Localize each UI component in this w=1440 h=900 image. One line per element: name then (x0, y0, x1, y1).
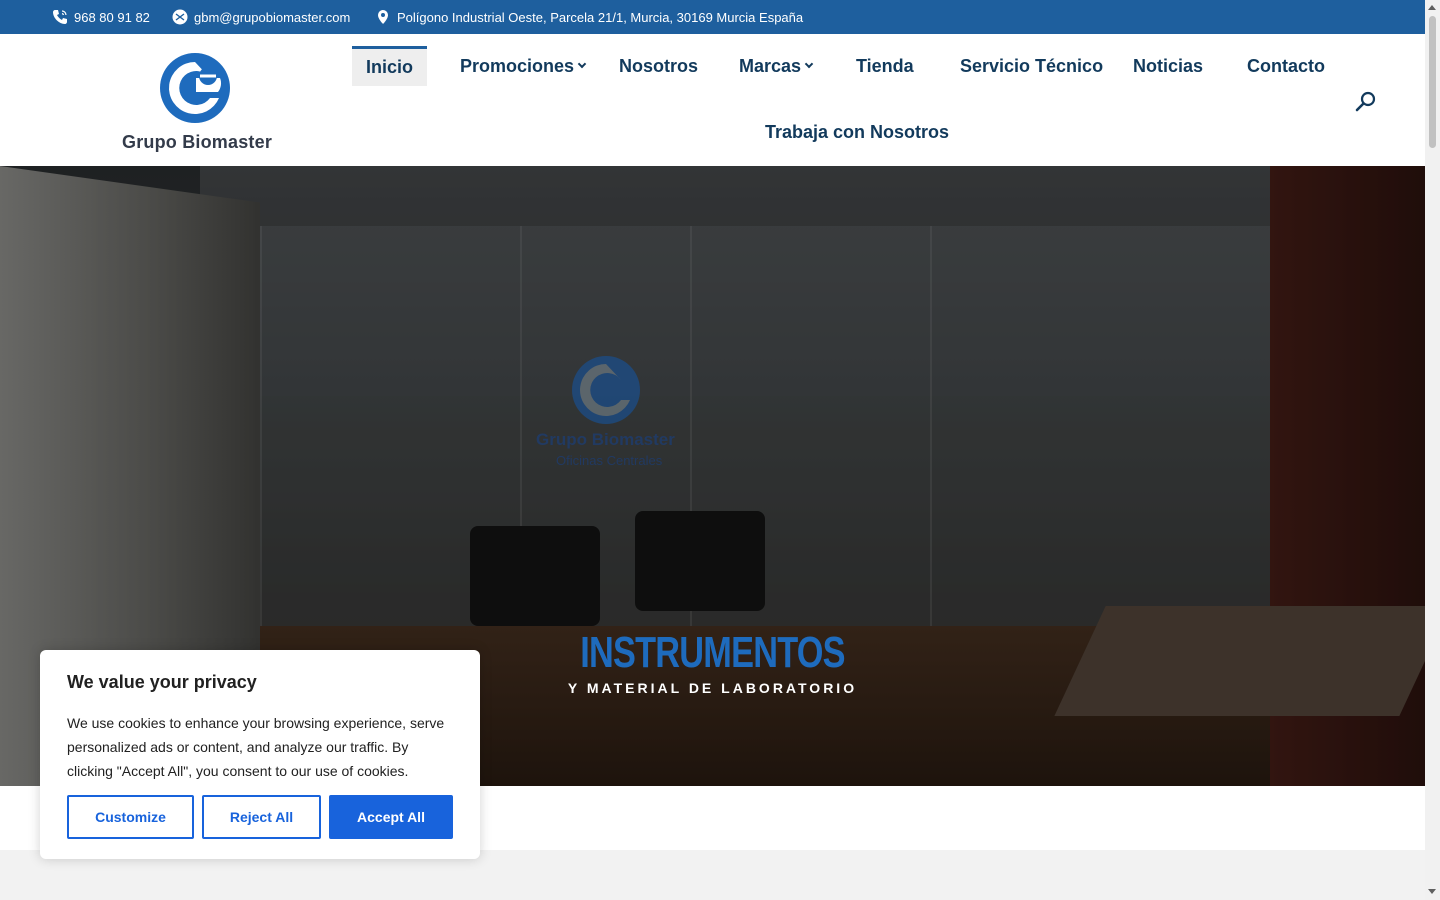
cookie-title: We value your privacy (67, 672, 257, 692)
nav-contacto[interactable]: Contacto (1247, 46, 1325, 86)
cookie-text: We use cookies to enhance your browsing … (67, 715, 445, 779)
cookie-consent-banner: We value your privacy We use cookies to … (40, 650, 480, 859)
top-contact-bar: 968 80 91 82 gbm@grupobiomaster.com Polí… (0, 0, 1425, 34)
nav-label: Inicio (366, 57, 414, 77)
nav-label: Servicio Técnico (960, 55, 1104, 76)
nav-trabaja-con-nosotros[interactable]: Trabaja con Nosotros (765, 112, 949, 152)
biomaster-logo-icon (160, 53, 230, 123)
nav-label: Trabaja con Nosotros (765, 121, 950, 142)
nav-label: Tienda (856, 55, 914, 76)
scroll-thumb[interactable] (1429, 16, 1436, 148)
location-pin-icon (378, 10, 388, 24)
email-icon (172, 9, 188, 25)
phone-icon (53, 10, 67, 24)
wall-sign-title: Grupo Biomaster (536, 430, 675, 449)
email-text: gbm@grupobiomaster.com (194, 9, 351, 25)
reject-all-button[interactable]: Reject All (202, 795, 321, 839)
nav-label: Contacto (1247, 55, 1325, 76)
nav-servicio-tecnico[interactable]: Servicio Técnico (960, 46, 1103, 86)
wall-sign-subtitle: Oficinas Centrales (556, 453, 663, 468)
site-header: Grupo Biomaster Inicio Promociones Nosot… (0, 34, 1425, 166)
logo-text: Grupo Biomaster (122, 132, 273, 152)
chevron-down-icon (804, 59, 814, 69)
scroll-up-arrow-icon[interactable] (1428, 5, 1436, 10)
accept-all-button[interactable]: Accept All (329, 795, 453, 839)
site-logo[interactable]: Grupo Biomaster (118, 52, 274, 154)
nav-label: Noticias (1133, 55, 1204, 76)
phone-contact[interactable]: 968 80 91 82 (52, 0, 150, 34)
nav-noticias[interactable]: Noticias (1133, 46, 1203, 86)
nav-label: Promociones (460, 55, 575, 76)
nav-label: Nosotros (619, 55, 699, 76)
nav-label: Marcas (739, 55, 802, 76)
customize-button[interactable]: Customize (67, 795, 194, 839)
nav-marcas[interactable]: Marcas (739, 46, 814, 86)
wall-logo-icon (572, 356, 640, 424)
page-scrollbar[interactable] (1425, 0, 1440, 900)
nav-nosotros[interactable]: Nosotros (619, 46, 698, 86)
nav-inicio[interactable]: Inicio (352, 46, 428, 86)
phone-text: 968 80 91 82 (74, 9, 150, 25)
scroll-down-arrow-icon[interactable] (1428, 889, 1436, 894)
chevron-down-icon (577, 59, 587, 69)
cookie-buttons: Customize Reject All Accept All (67, 795, 453, 839)
nav-tienda[interactable]: Tienda (856, 46, 914, 86)
address-text: Polígono Industrial Oeste, Parcela 21/1,… (397, 9, 804, 25)
nav-promociones[interactable]: Promociones (460, 46, 587, 86)
email-contact[interactable]: gbm@grupobiomaster.com (172, 0, 350, 34)
search-icon[interactable] (1355, 91, 1377, 113)
address-contact: Polígono Industrial Oeste, Parcela 21/1,… (375, 0, 803, 34)
